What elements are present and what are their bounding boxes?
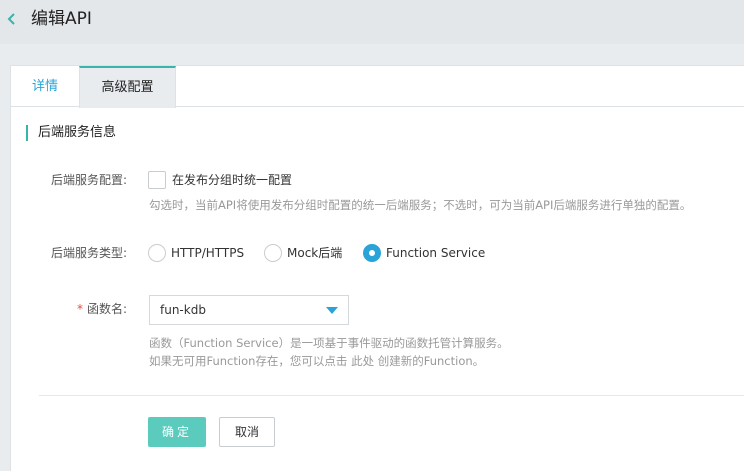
radio-function-service[interactable] <box>363 244 381 262</box>
radio-http-https-label[interactable]: HTTP/HTTPS <box>171 245 244 261</box>
function-hint-line2: 如果无可用Function存在，您可以点击 此处 创建新的Function。 <box>149 354 485 368</box>
unified-config-checkbox-label[interactable]: 在发布分组时统一配置 <box>172 172 292 188</box>
backend-config-label: 后端服务配置: <box>50 173 127 187</box>
backend-type-label: 后端服务类型: <box>50 246 127 260</box>
section-title: 后端服务信息 <box>26 125 116 141</box>
unified-config-checkbox[interactable] <box>148 171 166 189</box>
tab-bar: 详情 高级配置 <box>11 66 744 108</box>
edit-api-panel: 详情 高级配置 后端服务信息 后端服务配置: 在发布分组时统一配置 勾选时，当前… <box>10 65 744 471</box>
top-bar: 编辑API <box>0 0 744 44</box>
radio-http-https[interactable] <box>148 244 166 262</box>
radio-mock-backend-label[interactable]: Mock后端 <box>287 245 342 261</box>
backend-config-hint: 勾选时，当前API将使用发布分组时配置的统一后端服务；不选时，可为当前API后端… <box>149 198 692 212</box>
confirm-button[interactable]: 确定 <box>148 417 206 447</box>
function-name-label-text: 函数名: <box>86 302 127 316</box>
page-title: 编辑API <box>31 9 92 29</box>
tab-advanced-config[interactable]: 高级配置 <box>79 66 176 108</box>
divider <box>39 395 744 396</box>
radio-mock-backend[interactable] <box>264 244 282 262</box>
caret-down-icon <box>326 307 338 314</box>
chevron-left-icon[interactable] <box>5 12 19 26</box>
cancel-button[interactable]: 取消 <box>219 417 275 447</box>
function-name-select[interactable]: fun-kdb <box>149 295 349 325</box>
tab-details[interactable]: 详情 <box>11 66 79 107</box>
function-name-label: * 函数名: <box>17 301 127 317</box>
required-mark: * <box>76 302 83 316</box>
function-hint-line1: 函数（Function Service）是一项基于事件驱动的函数托管计算服务。 <box>149 336 509 350</box>
function-name-value: fun-kdb <box>160 303 206 317</box>
radio-function-service-label[interactable]: Function Service <box>386 245 485 261</box>
